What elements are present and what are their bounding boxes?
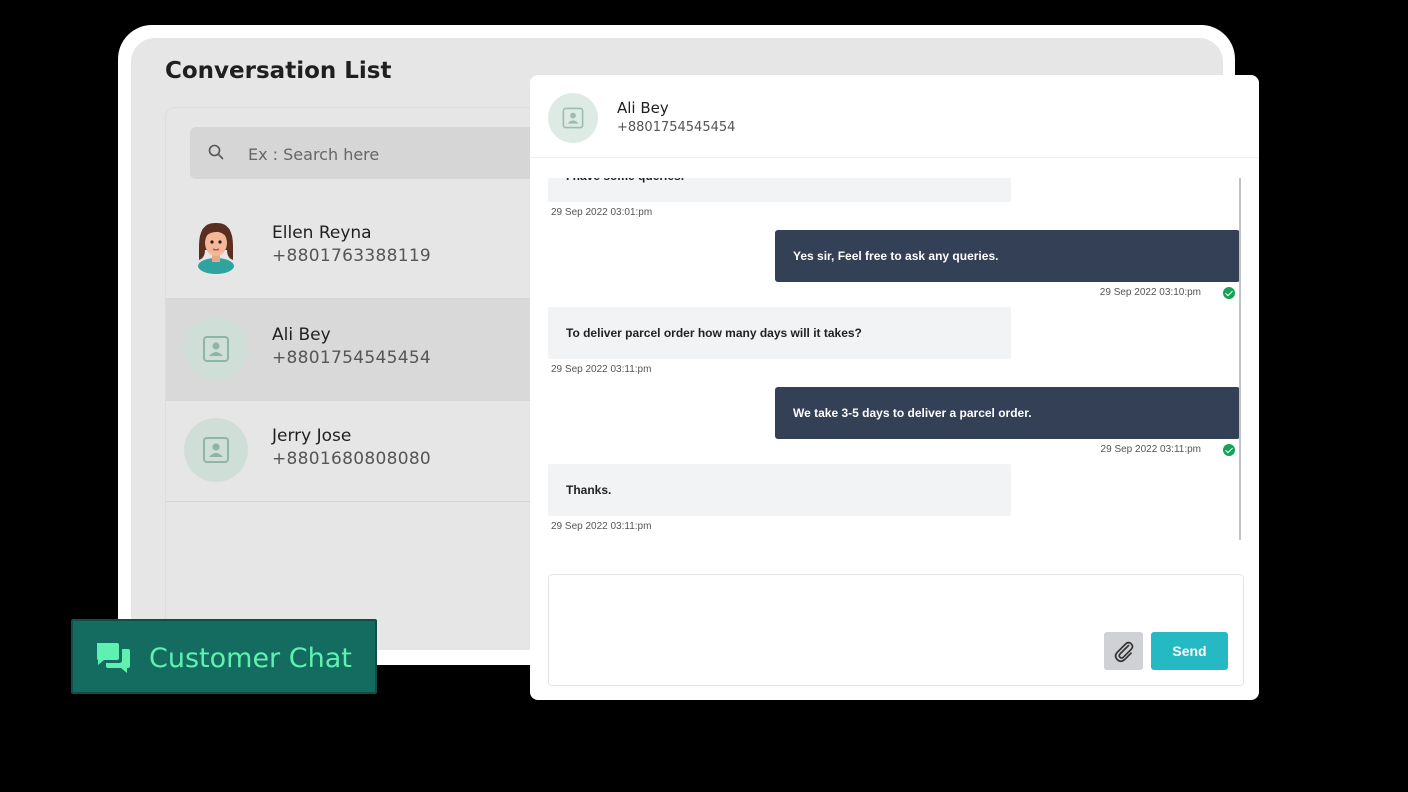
contact-phone: +8801754545454 <box>272 348 432 368</box>
contact-name: Ali Bey <box>272 325 331 345</box>
chat-contact-name: Ali Bey <box>617 99 669 117</box>
customer-chat-badge: Customer Chat <box>71 619 377 694</box>
contact-name: Jerry Jose <box>272 426 352 446</box>
message-timestamp: 29 Sep 2022 03:10:pm <box>1099 287 1201 298</box>
attach-button[interactable] <box>1104 632 1143 670</box>
incoming-message: Thanks. <box>548 464 1011 516</box>
contact-name: Ellen Reyna <box>272 223 372 243</box>
chat-bubbles-icon <box>97 643 130 673</box>
scrollbar[interactable] <box>1239 178 1241 540</box>
message-timestamp: 29 Sep 2022 03:11:pm <box>551 364 652 375</box>
page-title: Conversation List <box>165 58 392 84</box>
read-check-icon <box>1223 444 1235 456</box>
incoming-message: To deliver parcel order how many days wi… <box>548 307 1011 359</box>
contact-placeholder-icon <box>184 418 248 482</box>
search-icon <box>208 144 224 160</box>
send-button[interactable]: Send <box>1151 632 1228 670</box>
contact-placeholder-icon <box>548 93 598 143</box>
chat-header: Ali Bey +8801754545454 <box>530 75 1259 158</box>
incoming-message: I have some queries. <box>548 178 1011 202</box>
message-list[interactable]: I have some queries. 29 Sep 2022 03:01:p… <box>530 178 1242 540</box>
chat-window: Ali Bey +8801754545454 I have some queri… <box>530 75 1259 700</box>
contact-phone: +8801763388119 <box>272 246 432 266</box>
search-input[interactable] <box>246 139 550 169</box>
outgoing-message: Yes sir, Feel free to ask any queries. <box>775 230 1240 282</box>
female-avatar <box>184 215 248 279</box>
contact-phone: +8801680808080 <box>272 449 432 469</box>
message-timestamp: 29 Sep 2022 03:01:pm <box>551 207 653 218</box>
message-timestamp: 29 Sep 2022 03:11:pm <box>551 521 652 532</box>
chat-contact-phone: +8801754545454 <box>617 120 736 135</box>
paperclip-icon <box>1114 641 1133 663</box>
message-timestamp: 29 Sep 2022 03:11:pm <box>1100 444 1201 455</box>
read-check-icon <box>1223 287 1235 299</box>
badge-label: Customer Chat <box>149 643 352 674</box>
search-bar[interactable] <box>190 127 550 179</box>
outgoing-message: We take 3-5 days to deliver a parcel ord… <box>775 387 1240 439</box>
message-composer[interactable]: Send <box>548 574 1244 686</box>
contact-placeholder-icon <box>184 317 248 381</box>
